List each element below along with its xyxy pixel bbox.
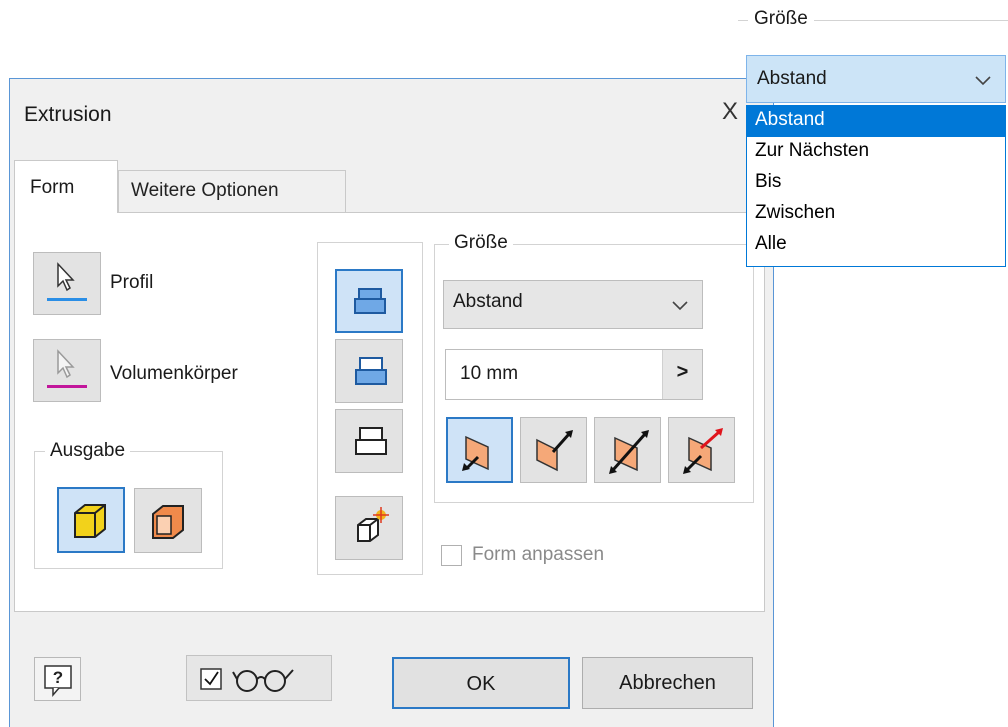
preview-toggle[interactable] xyxy=(186,655,332,701)
solid-output-button[interactable] xyxy=(57,487,125,553)
profile-select-button[interactable] xyxy=(33,252,101,315)
svg-text:?: ? xyxy=(53,668,63,687)
extents-type-value: Abstand xyxy=(453,291,523,312)
extents-group-title: Größe xyxy=(449,232,513,254)
ok-button[interactable]: OK xyxy=(392,657,570,709)
surface-output-icon xyxy=(152,505,184,539)
match-shape-checkbox[interactable] xyxy=(441,545,462,566)
match-shape-label: Form anpassen xyxy=(472,544,605,565)
direction-symmetric-button[interactable] xyxy=(594,417,661,483)
new-solid-button[interactable] xyxy=(335,496,403,560)
extents-type-select[interactable]: Abstand xyxy=(443,280,703,329)
direction-flipped-button[interactable] xyxy=(520,417,587,483)
solid-output-icon xyxy=(74,504,106,538)
solid-label: Volumenkörper xyxy=(110,363,238,384)
option-alle[interactable]: Alle xyxy=(747,230,1005,261)
option-zwischen[interactable]: Zwischen xyxy=(747,199,1005,230)
intersect-operation-button[interactable] xyxy=(335,409,403,473)
dialog-title: Extrusion xyxy=(24,103,112,126)
direction-flipped-icon xyxy=(536,430,573,472)
popout-extents-select[interactable]: Abstand xyxy=(746,55,1006,103)
option-bis[interactable]: Bis xyxy=(747,168,1005,199)
popout-selected-value: Abstand xyxy=(757,68,827,89)
intersect-icon xyxy=(355,427,387,455)
popout-options-list: Abstand Zur Nächsten Bis Zwischen Alle xyxy=(746,105,1006,267)
chevron-down-icon xyxy=(975,76,991,86)
tab-weitere-optionen[interactable]: Weitere Optionen xyxy=(118,170,346,213)
arrow-cursor-disabled-icon xyxy=(47,349,87,388)
help-button[interactable]: ? xyxy=(34,657,81,701)
distance-value: 10 mm xyxy=(460,363,519,384)
chevron-down-icon xyxy=(672,301,688,311)
direction-asymmetric-button[interactable] xyxy=(668,417,735,483)
join-operation-button[interactable] xyxy=(335,269,403,333)
help-icon: ? xyxy=(44,665,72,698)
cancel-button[interactable]: Abbrechen xyxy=(582,657,753,709)
output-group-title: Ausgabe xyxy=(45,440,131,462)
join-icon xyxy=(354,288,386,314)
profile-label: Profil xyxy=(110,272,154,293)
surface-output-button[interactable] xyxy=(134,488,202,553)
direction-asymmetric-icon xyxy=(683,428,723,474)
popout-group-title: Größe xyxy=(748,8,814,30)
direction-default-icon xyxy=(462,435,489,471)
arrow-cursor-icon xyxy=(47,262,87,301)
cut-operation-button[interactable] xyxy=(335,339,403,403)
glasses-icon xyxy=(232,669,294,692)
distance-menu-button[interactable]: > xyxy=(662,350,702,399)
close-button[interactable]: X xyxy=(722,98,738,126)
tab-form[interactable]: Form xyxy=(14,160,118,213)
option-abstand[interactable]: Abstand xyxy=(747,106,1005,137)
cut-icon xyxy=(355,357,387,385)
direction-default-button[interactable] xyxy=(446,417,513,483)
option-zur-naechsten[interactable]: Zur Nächsten xyxy=(747,137,1005,168)
solid-select-button[interactable] xyxy=(33,339,101,402)
direction-symmetric-icon xyxy=(609,430,649,474)
new-solid-icon xyxy=(357,507,389,542)
